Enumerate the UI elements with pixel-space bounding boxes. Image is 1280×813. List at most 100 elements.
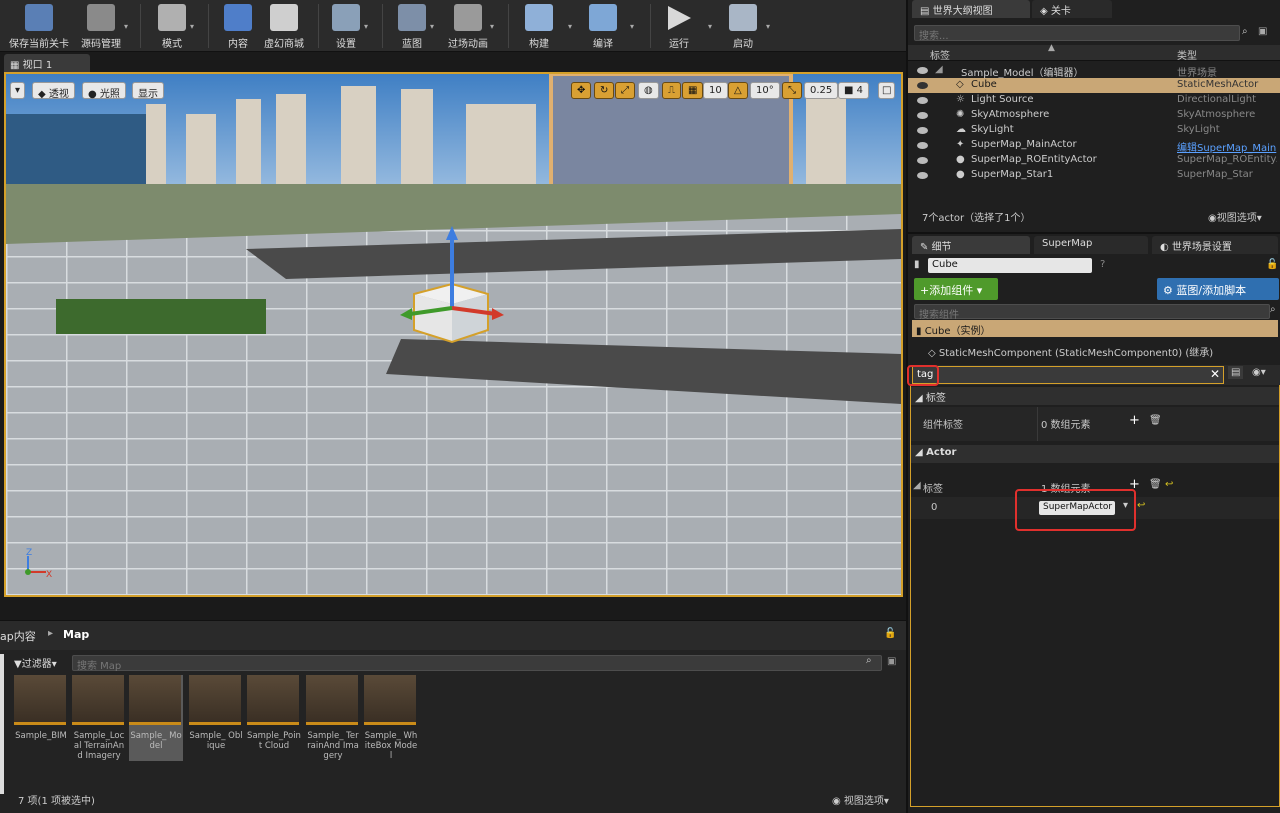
outliner-row[interactable]: ✦ SuperMap_MainActor 编辑SuperMap_Main [908,138,1280,154]
maximize-viewport-icon[interactable]: □ [878,82,896,99]
scale-tool-icon[interactable]: ⤢ [615,82,635,99]
build-button[interactable]: 构建 [522,2,556,50]
reset-icon[interactable]: ↩ [1137,500,1145,511]
show-button[interactable]: 显示 [132,82,164,100]
scale-snap-icon[interactable]: ⤡ [782,82,802,99]
col-type[interactable]: 类型 [1177,47,1197,62]
visibility-icon[interactable] [917,142,928,149]
reset-icon[interactable]: ↩ [1165,479,1173,490]
content-button[interactable]: 内容 [222,2,254,50]
asset-tile[interactable]: Sample_Local TerrainAnd Imagery [72,675,126,761]
visibility-icon[interactable] [917,67,928,74]
breadcrumb-folder[interactable]: Map [63,628,89,641]
property-matrix-icon[interactable]: ▤ [1228,366,1244,379]
tab-viewport[interactable]: ▦ 视口 1 [4,54,90,72]
outliner-search-input[interactable]: 搜索... [914,25,1240,42]
grid-snap-icon[interactable]: ▦ [682,82,704,99]
viewport-options-button[interactable]: ▾ [10,82,26,99]
outliner-row[interactable]: ◢ Sample_Model（编辑器） 世界场景 [908,63,1280,79]
asset-tile-selected[interactable]: Sample_ Model [129,675,183,761]
rotation-snap-value[interactable]: 10° [750,82,780,99]
asset-tile[interactable]: Sample_Point Cloud [247,675,301,751]
help-icon[interactable]: ? [1100,259,1105,270]
translate-tool-icon[interactable]: ✥ [571,82,592,99]
add-component-button[interactable]: +添加组件 ▾ [914,278,998,300]
dropdown-icon[interactable]: ▾ [124,22,128,31]
asset-tile[interactable]: Sample_ WhiteBox Model [364,675,418,761]
edit-blueprint-link[interactable]: 编辑SuperMap_Main [1177,139,1277,154]
trash-icon[interactable]: 🗑 [1149,479,1162,490]
visibility-icon[interactable] [917,127,928,134]
blueprints-button[interactable]: 蓝图 [396,2,428,50]
lock-icon[interactable]: 🔓 [884,628,896,639]
dropdown-icon[interactable]: ▾ [568,22,572,31]
scale-snap-value[interactable]: 0.25 [804,82,839,99]
dropdown-icon[interactable]: ▾ [190,22,194,31]
dropdown-icon[interactable]: ▾ [364,22,368,31]
rotate-tool-icon[interactable]: ↻ [594,82,615,99]
details-filter-input[interactable]: tag [912,366,1224,384]
cinematics-button[interactable]: 过场动画 [446,2,490,50]
blueprint-script-button[interactable]: ⚙ 蓝图/添加脚本 [1157,278,1279,300]
dropdown-icon[interactable]: ▾ [430,22,434,31]
visibility-icon[interactable] [917,82,928,89]
filter-button[interactable]: ▼过滤器▾ [14,655,57,670]
asset-tile[interactable]: Sample_ Oblique [189,675,243,751]
surface-snap-icon[interactable]: ⎍ [662,82,681,99]
outliner-row-selected[interactable]: ◇ Cube StaticMeshActor [908,78,1280,93]
content-search-input[interactable]: 搜索 Map [72,655,882,672]
tab-world-settings[interactable]: ◐ 世界场景设置 [1152,236,1278,254]
collapse-arrow-icon[interactable]: ◢ [913,480,921,491]
outliner-view-options[interactable]: ◉视图选项▾ [1208,209,1262,224]
eye-icon[interactable]: ◉▾ [1252,367,1266,378]
lit-mode-button[interactable]: ● 光照 [82,82,126,100]
outliner-row[interactable]: ✺ SkyAtmosphere SkyAtmosphere [908,108,1280,123]
asset-tile[interactable]: Sample_ TerrainAnd Imagery [306,675,360,761]
section-tags-header[interactable]: ◢ 标签 [911,387,1279,405]
visibility-icon[interactable] [917,97,928,104]
tab-world-outliner[interactable]: ▤ 世界大纲视图 [912,0,1030,18]
asset-tile[interactable]: Sample_BIM [14,675,68,741]
compile-button[interactable]: 编译 [586,2,620,50]
grid-snap-value[interactable]: 10 [703,82,728,99]
add-element-icon[interactable]: + [1129,413,1140,428]
col-label[interactable]: 标签 [930,47,950,62]
world-local-icon[interactable]: ◍ [638,82,659,99]
dropdown-icon[interactable]: ▾ [766,22,770,31]
rotation-snap-icon[interactable]: △ [728,82,748,99]
tab-levels[interactable]: ◈ 关卡 [1032,0,1112,18]
play-button[interactable]: 运行 [662,2,696,50]
marketplace-button[interactable]: 虚幻商城 [262,2,306,50]
trash-icon[interactable]: 🗑 [1149,415,1162,426]
visibility-icon[interactable] [917,112,928,119]
dropdown-icon[interactable]: ▾ [630,22,634,31]
outliner-settings-icon[interactable]: ▣ [1258,26,1267,37]
clear-search-icon[interactable]: ✕ [1210,367,1220,381]
component-instance-row[interactable]: ▮ Cube（实例） [912,320,1278,337]
lock-icon[interactable]: 🔓 [1266,259,1278,270]
settings-button[interactable]: 设置 [330,2,362,50]
actor-name-input[interactable]: Cube [928,258,1092,273]
dropdown-icon[interactable]: ▾ [490,22,494,31]
visibility-icon[interactable] [917,172,928,179]
tab-details[interactable]: ✎ 细节 [912,236,1030,254]
expand-arrow-icon[interactable]: ◢ [935,64,943,75]
outliner-row[interactable]: ☼ Light Source DirectionalLight [908,93,1280,108]
source-control-button[interactable]: 源码管理 [78,2,124,50]
component-row[interactable]: ◇ StaticMeshComponent (StaticMeshCompone… [928,344,1213,359]
camera-speed-button[interactable]: ■ 4 [838,82,870,99]
save-level-button[interactable]: 保存当前关卡 [8,2,70,50]
modes-button[interactable]: 模式 [152,2,192,50]
level-viewport[interactable]: ▾ ◆ 透视 ● 光照 显示 ✥ ↻ ⤢ ◍ ⎍ ▦ 10 △ 10° ⤡ 0.… [4,72,903,597]
dropdown-icon[interactable]: ▾ [708,22,712,31]
scene-render[interactable] [6,74,901,595]
breadcrumb-root[interactable]: ap内容 [0,628,36,644]
visibility-icon[interactable] [917,157,928,164]
outliner-row[interactable]: ● SuperMap_Star1 SuperMap_Star [908,168,1280,183]
launch-button[interactable]: 启动 [726,2,760,50]
view-options-button[interactable]: ◉ 视图选项▾ [832,792,889,807]
component-search-input[interactable]: 搜索组件 [914,304,1270,321]
outliner-row[interactable]: ● SuperMap_ROEntityActor SuperMap_ROEntity… [908,153,1280,168]
perspective-button[interactable]: ◆ 透视 [32,82,75,100]
section-actor-header[interactable]: ◢ Actor [911,445,1279,463]
